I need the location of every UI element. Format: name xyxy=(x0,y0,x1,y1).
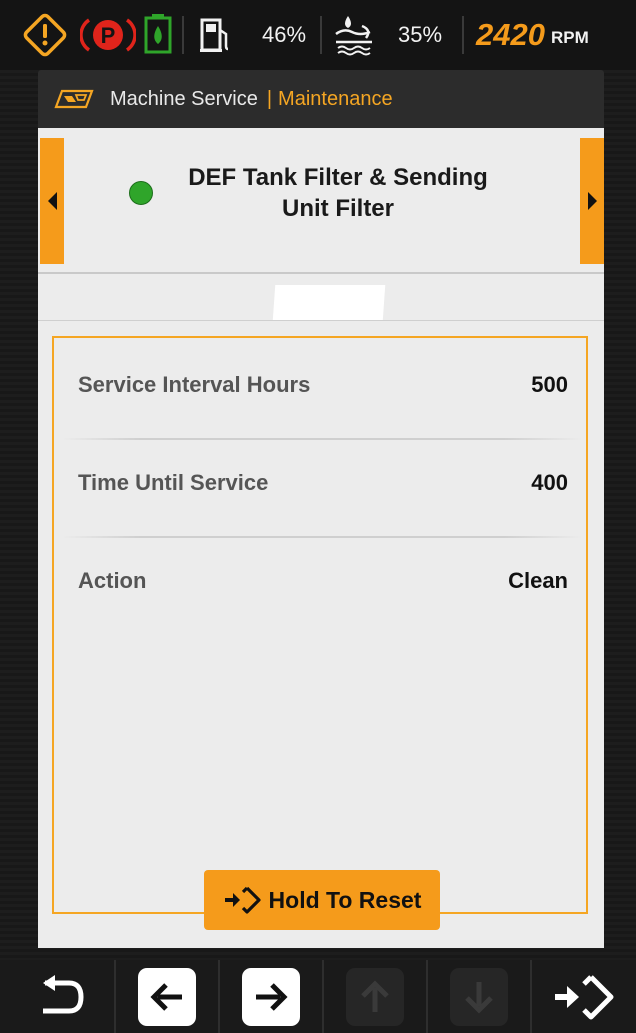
item-title-line1: DEF Tank Filter & Sending xyxy=(188,164,488,191)
def-percent: 35% xyxy=(398,22,443,47)
warning-diamond-icon[interactable] xyxy=(22,12,68,58)
arrow-right-icon xyxy=(256,982,288,1011)
detail-label: Time Until Service xyxy=(78,470,269,495)
status-separator xyxy=(320,16,322,54)
status-indicator-icon xyxy=(129,181,153,205)
enter-arrow-icon xyxy=(555,974,614,1019)
engine-rpm: 2420 RPM xyxy=(476,12,589,58)
detail-label: Action xyxy=(78,568,147,593)
status-bar: P 46% 35% 2420 RPM xyxy=(0,0,636,70)
rpm-unit: RPM xyxy=(550,28,589,47)
parking-brake-icon: P xyxy=(80,12,136,58)
item-title-line2: Unit Filter xyxy=(282,195,394,222)
bottom-toolbar xyxy=(0,960,636,1033)
item-title: DEF Tank Filter & Sending Unit Filter xyxy=(158,162,518,224)
next-item-button[interactable] xyxy=(580,138,604,264)
rpm-value: 2420 xyxy=(476,17,545,52)
right-button[interactable] xyxy=(220,960,322,1033)
page-indicator xyxy=(272,285,386,321)
status-separator xyxy=(462,16,464,54)
header-separator: | xyxy=(266,87,273,110)
chevron-left-icon xyxy=(47,192,57,210)
up-button[interactable] xyxy=(324,960,426,1033)
detail-value: Clean xyxy=(508,568,568,593)
item-selector: DEF Tank Filter & Sending Unit Filter xyxy=(38,128,604,273)
detail-value: 400 xyxy=(531,470,568,495)
content-area: DEF Tank Filter & Sending Unit Filter Se… xyxy=(38,128,604,948)
def-level-icon xyxy=(332,12,378,58)
down-button-face xyxy=(450,967,508,1026)
status-separator xyxy=(182,16,184,54)
def-fluid-icon xyxy=(143,12,173,58)
enter-button[interactable] xyxy=(532,960,634,1033)
divider xyxy=(38,320,604,321)
row-divider xyxy=(62,438,582,440)
screen-header: Machine Service | Maintenance xyxy=(38,70,604,128)
arrow-left-icon xyxy=(150,982,182,1011)
header-subtitle: Maintenance xyxy=(278,87,393,110)
page-indicator-area xyxy=(38,274,604,321)
chevron-right-icon xyxy=(587,192,597,210)
hold-to-reset-button[interactable]: Hold To Reset xyxy=(204,870,440,930)
back-button[interactable] xyxy=(10,960,112,1033)
up-button-face xyxy=(346,967,404,1026)
row-divider xyxy=(62,536,582,538)
detail-row-action: Action Clean xyxy=(78,556,568,606)
arrow-down-icon xyxy=(465,981,493,1014)
detail-row-time-until-service: Time Until Service 400 xyxy=(78,458,568,508)
enter-arrow-icon xyxy=(224,886,261,914)
detail-row-service-interval: Service Interval Hours 500 xyxy=(78,360,568,410)
previous-item-button[interactable] xyxy=(40,138,64,264)
left-button[interactable] xyxy=(116,960,218,1033)
header-title: Machine Service xyxy=(110,87,258,110)
machine-icon xyxy=(54,89,94,109)
arrow-up-icon xyxy=(361,979,389,1012)
back-return-icon xyxy=(43,974,84,1013)
right-button-face xyxy=(242,967,300,1026)
details-panel: Service Interval Hours 500 Time Until Se… xyxy=(52,336,588,914)
detail-value: 500 xyxy=(531,372,568,397)
fuel-pump-icon xyxy=(198,12,232,58)
left-button-face xyxy=(138,967,196,1026)
svg-text:P: P xyxy=(101,23,116,48)
fuel-percent: 46% xyxy=(262,22,307,47)
detail-label: Service Interval Hours xyxy=(78,372,311,397)
down-button[interactable] xyxy=(428,960,530,1033)
reset-label: Hold To Reset xyxy=(268,886,422,913)
